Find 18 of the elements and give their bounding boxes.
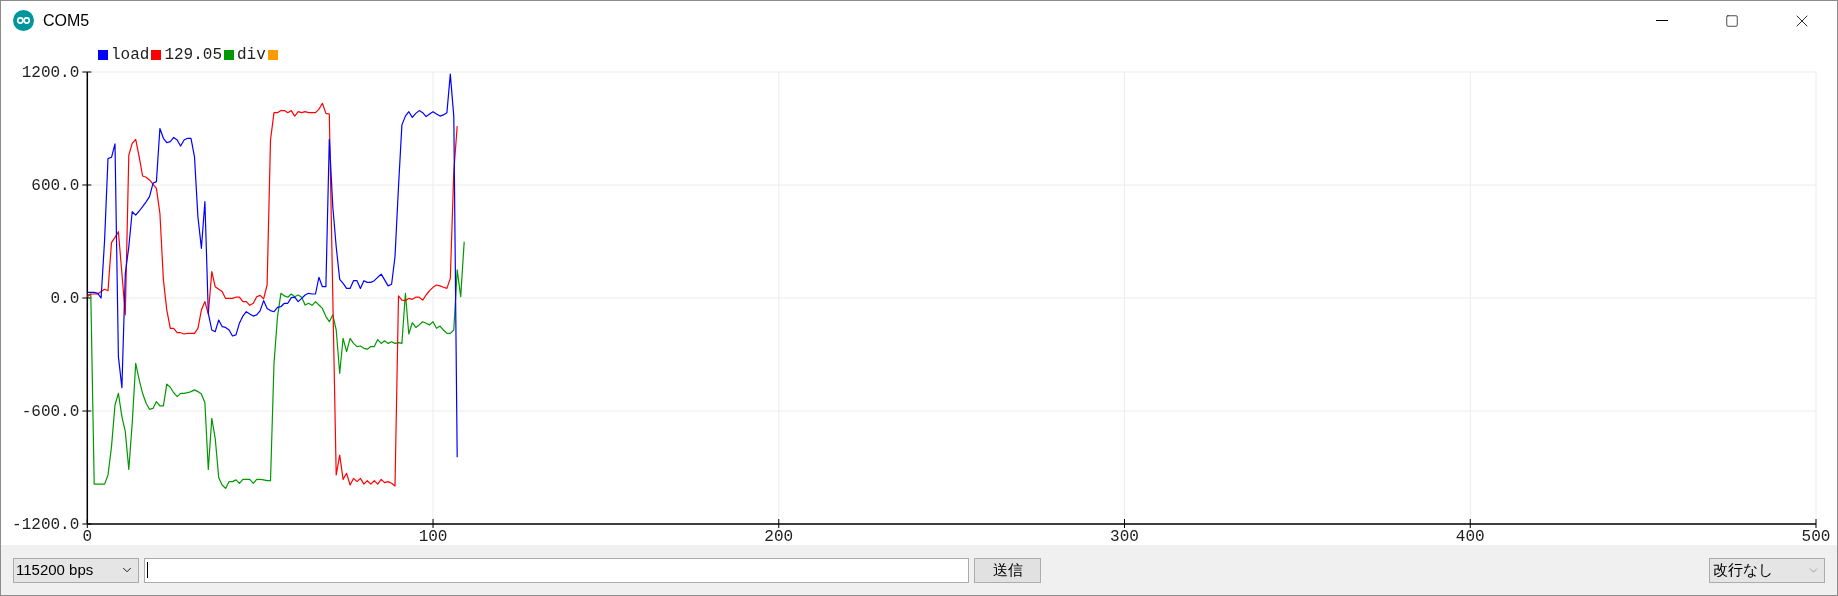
legend-label: load bbox=[111, 47, 150, 63]
axis-tick-label: 500 bbox=[1801, 528, 1831, 546]
axis-tick-label: 0.0 bbox=[50, 290, 80, 308]
line-ending-dropdown[interactable]: 改行なし bbox=[1709, 557, 1825, 583]
send-button[interactable]: 送信 bbox=[974, 557, 1041, 583]
baud-rate-dropdown[interactable]: 115200 bps bbox=[13, 557, 139, 583]
axis-tick-label: -600.0 bbox=[21, 403, 80, 421]
legend-label: div bbox=[237, 47, 266, 63]
axis-tick-label: 600.0 bbox=[31, 177, 80, 195]
axis-tick-label: 1200.0 bbox=[21, 64, 80, 82]
axis-tick-label: 400 bbox=[1455, 528, 1485, 546]
axis-tick-label: 0 bbox=[82, 528, 93, 546]
window-title: COM5 bbox=[43, 10, 90, 31]
axis-tick-label: 300 bbox=[1110, 528, 1139, 546]
axis-tick-label: 100 bbox=[418, 528, 448, 546]
legend-label: 129.05 bbox=[164, 47, 222, 63]
axis-tick-label: -1200.0 bbox=[12, 516, 80, 534]
axis-tick-label: 200 bbox=[764, 528, 794, 546]
